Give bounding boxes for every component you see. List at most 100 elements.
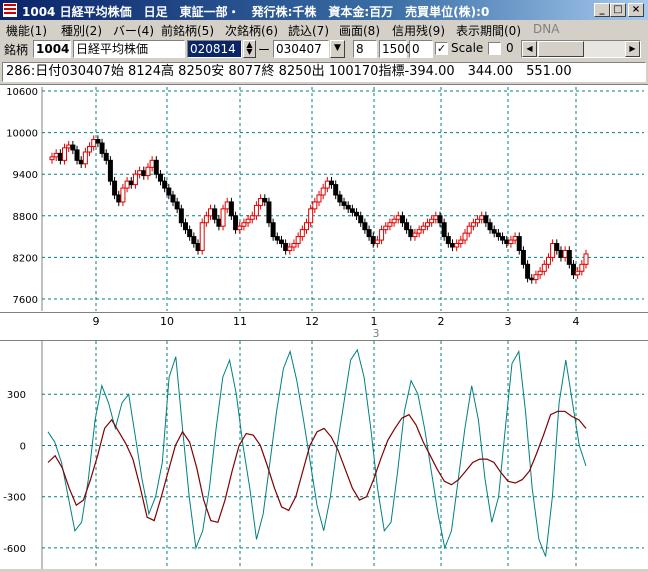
candle-body <box>379 229 385 241</box>
scroll-right-icon[interactable]: ▶ <box>625 41 640 57</box>
candle-body <box>70 144 76 151</box>
candle-body <box>228 201 234 217</box>
candle-body <box>387 222 393 227</box>
candle-body <box>583 253 589 265</box>
to-date-dropdown-icon[interactable]: ▼ <box>330 40 345 58</box>
option-checkbox[interactable] <box>488 42 501 55</box>
title-bar: 1004 日経平均株価 日足 東証一部・ 発行株:千株 資本金:百万 売買単位(… <box>0 0 648 20</box>
osc-tick-label: 0 <box>20 441 26 452</box>
menu-prev-stock[interactable]: 前銘柄(5) <box>161 22 214 39</box>
candle-body <box>466 225 472 234</box>
candle-body <box>187 229 193 238</box>
candle-body <box>303 222 309 231</box>
param-field-2[interactable]: 1500 <box>379 40 413 58</box>
candle-body <box>153 159 159 175</box>
candle-body <box>62 147 68 161</box>
candle-body <box>66 144 72 149</box>
candle-body <box>216 218 222 227</box>
candle-body <box>454 243 460 248</box>
minimize-button[interactable]: _ <box>594 3 610 17</box>
candle-body <box>408 229 414 238</box>
candle-body <box>103 152 109 161</box>
candle-body <box>237 225 243 231</box>
menu-next-stock[interactable]: 次銘柄(6) <box>225 22 278 39</box>
stock-code-field[interactable]: 1004 <box>33 40 71 58</box>
stock-name-field[interactable]: 日経平均株価 <box>73 40 185 58</box>
candle-body <box>508 239 514 245</box>
candle-body <box>545 256 551 265</box>
candle-body <box>49 156 55 161</box>
menu-screen[interactable]: 画面(8) <box>339 22 380 39</box>
candle-body <box>491 229 497 234</box>
candle-body <box>483 215 489 224</box>
candle-body <box>341 201 347 206</box>
candle-body <box>128 180 134 186</box>
scale-checkbox[interactable]: ✓ <box>435 42 448 55</box>
candle-body <box>525 263 531 279</box>
candle-body <box>399 215 405 224</box>
param-field-1[interactable]: 8 <box>353 40 377 58</box>
candle-body <box>224 201 230 210</box>
candle-body <box>512 236 518 241</box>
candle-body <box>145 166 151 177</box>
candle-body <box>366 229 372 238</box>
price-tick-label: 8200 <box>13 253 38 264</box>
year-marker: 3 <box>373 327 380 340</box>
param-field-3[interactable]: 0 <box>409 40 433 58</box>
candle-body <box>162 180 168 189</box>
candle-body <box>141 170 147 177</box>
candle-body <box>245 218 251 224</box>
month-label: 4 <box>573 315 580 328</box>
candle-body <box>299 229 305 238</box>
menu-bar-type[interactable]: バー(4) <box>113 22 154 39</box>
candle-body <box>195 243 201 251</box>
osc-tick-label: -600 <box>3 544 26 555</box>
date-separator: ー <box>258 43 271 57</box>
candle-body <box>541 263 547 272</box>
from-date-field[interactable]: 020814 <box>187 40 242 58</box>
osc-tick-label: -300 <box>3 493 26 504</box>
candle-body <box>249 215 255 220</box>
candle-body <box>450 243 455 248</box>
menu-function[interactable]: 機能(1) <box>6 22 47 39</box>
oscillator-panel: 300 0 -300 -600 <box>0 340 648 569</box>
candle-body <box>203 215 209 224</box>
scroll-left-icon[interactable]: ◀ <box>522 41 537 57</box>
candle-body <box>82 151 88 165</box>
period-scrollbar[interactable]: ◀ ▶ <box>521 40 641 58</box>
menu-type[interactable]: 種別(2) <box>61 22 102 39</box>
menu-period[interactable]: 表示期間(0) <box>456 22 521 39</box>
price-tick-label: 9400 <box>13 170 38 181</box>
candle-body <box>579 263 585 272</box>
to-date-field[interactable]: 030407 <box>273 40 329 58</box>
candle-body <box>504 239 510 245</box>
close-button[interactable]: × <box>628 3 644 17</box>
candle-body <box>433 215 439 220</box>
candle-body <box>258 197 264 206</box>
from-date-spinner[interactable]: ▲ ▼ <box>243 40 256 58</box>
candle-body <box>333 184 339 196</box>
option-value: 0 <box>506 41 514 55</box>
candle-body <box>116 194 122 203</box>
scroll-thumb[interactable] <box>538 41 584 57</box>
candle-body <box>124 180 130 189</box>
candle-body <box>87 145 93 153</box>
osc-tick-label: 300 <box>7 390 26 401</box>
maximize-button[interactable]: □ <box>610 3 626 17</box>
candle-body <box>520 249 526 265</box>
quote-status-line: 286:日付030407始 8124高 8250安 8077終 8250出 10… <box>2 62 646 82</box>
candle-body <box>178 208 184 224</box>
candle-body <box>358 215 364 224</box>
price-chart: 10600 10000 9400 8800 8200 7600 <box>6 87 644 311</box>
candle-body <box>533 274 539 281</box>
menu-margin[interactable]: 信用残(9) <box>392 22 445 39</box>
month-label: 3 <box>505 315 512 328</box>
menu-dna[interactable]: DNA <box>533 22 559 36</box>
menu-load[interactable]: 読込(7) <box>288 22 329 39</box>
candle-body <box>329 180 335 186</box>
candle-body <box>53 152 59 158</box>
candle-body <box>253 204 259 217</box>
candle-body <box>220 208 226 227</box>
candle-body <box>558 249 564 258</box>
candle-body <box>208 208 214 217</box>
